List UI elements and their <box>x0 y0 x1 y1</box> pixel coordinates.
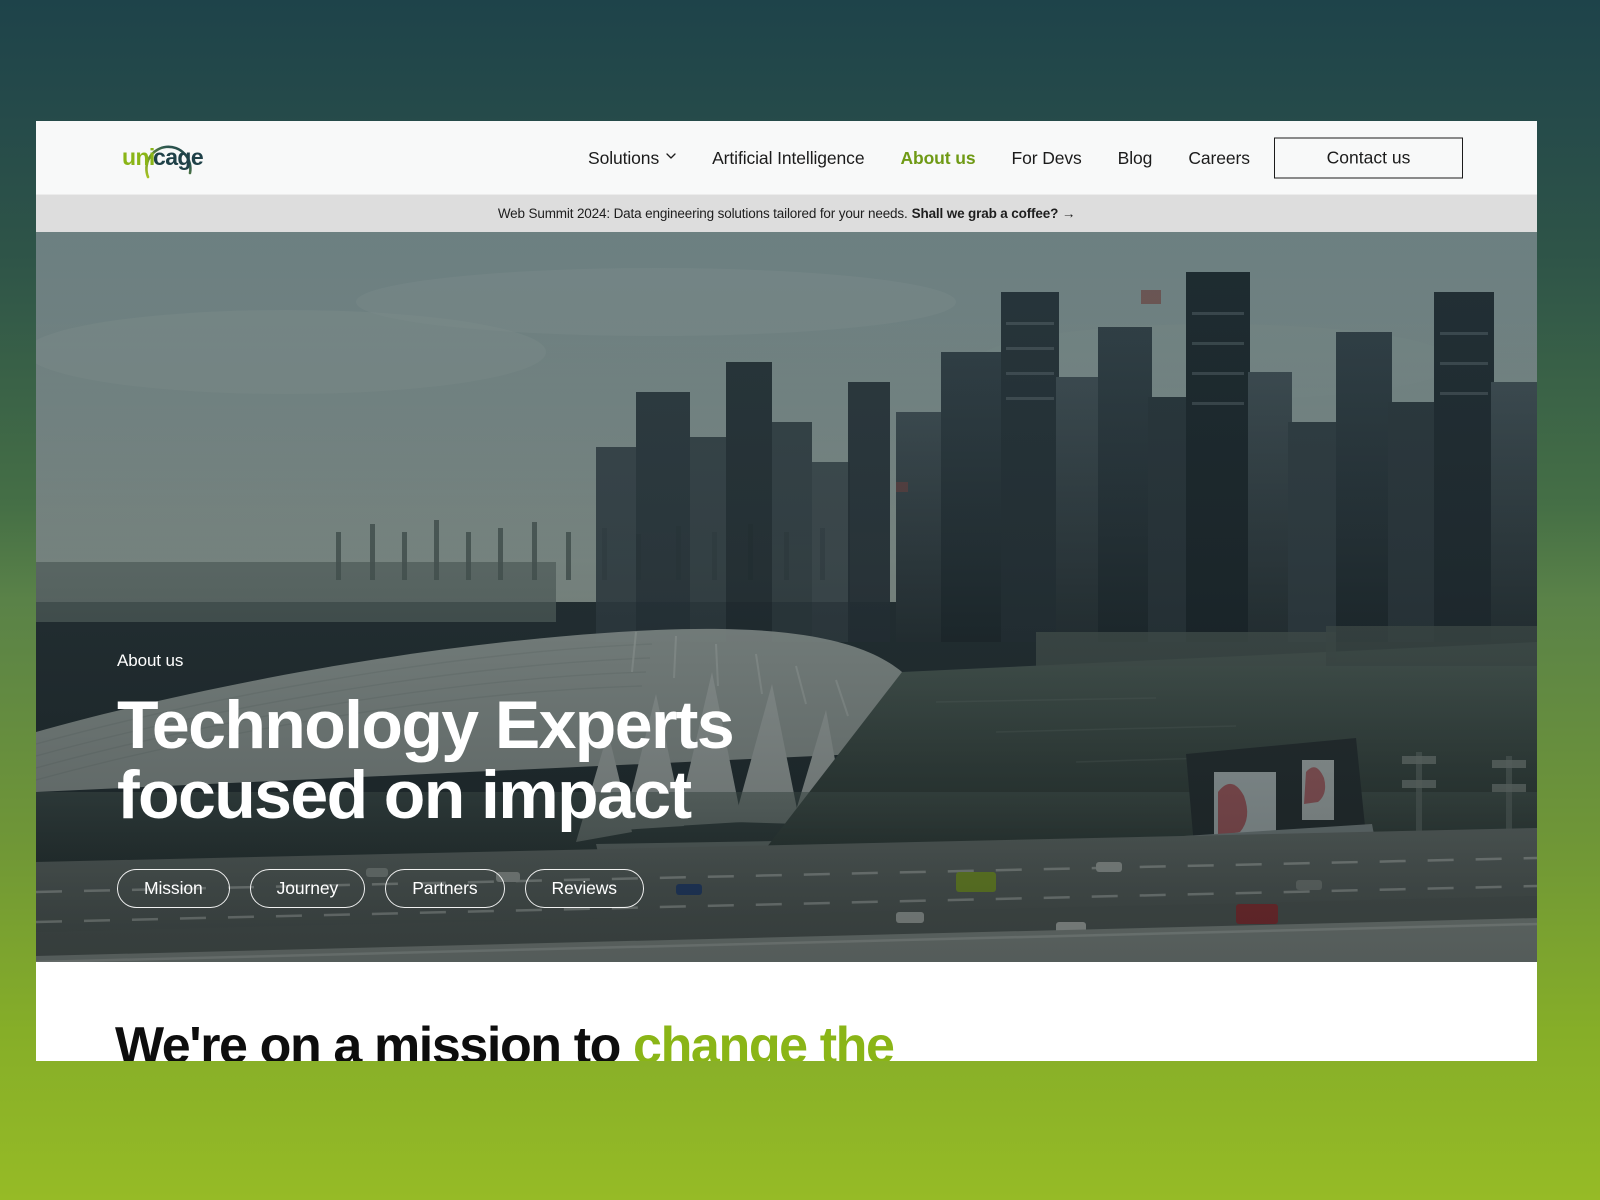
browser-page: uni cage Solutions Artificial Intelligen… <box>36 121 1537 1061</box>
contact-us-button[interactable]: Contact us <box>1274 137 1463 178</box>
announcement-cta-link[interactable]: Shall we grab a coffee? → <box>912 206 1076 221</box>
nav-item-solutions[interactable]: Solutions <box>570 148 694 169</box>
mission-heading-text: We're on a mission to <box>115 1017 634 1061</box>
nav-label: Careers <box>1188 147 1250 168</box>
announcement-text: Web Summit 2024: Data engineering soluti… <box>497 206 908 221</box>
site-header: uni cage Solutions Artificial Intelligen… <box>36 121 1537 195</box>
unicage-logo[interactable]: uni cage <box>118 127 222 189</box>
nav-label: Artificial Intelligence <box>712 147 865 168</box>
nav-label: About us <box>900 147 976 168</box>
nav-label: For Devs <box>1011 147 1082 168</box>
nav-item-careers[interactable]: Careers <box>1170 148 1268 169</box>
pill-mission[interactable]: Mission <box>117 869 230 908</box>
hero-anchor-pills: Mission Journey Partners Reviews <box>117 869 733 908</box>
hero-section: About us Technology Experts focused on i… <box>36 232 1537 962</box>
mission-section: We're on a mission to change the <box>36 962 1537 1061</box>
chevron-down-icon <box>666 151 676 161</box>
hero-title-line-1: Technology Experts <box>117 686 735 763</box>
hero-eyebrow: About us <box>117 650 184 670</box>
nav-item-for-devs[interactable]: For Devs <box>993 148 1099 169</box>
main-nav: Solutions Artificial Intelligence About … <box>570 121 1268 195</box>
mission-heading: We're on a mission to change the <box>115 1017 895 1061</box>
nav-item-artificial-intelligence[interactable]: Artificial Intelligence <box>694 148 882 169</box>
nav-label: Blog <box>1117 147 1153 168</box>
svg-text:uni: uni <box>122 144 155 170</box>
svg-text:cage: cage <box>153 144 203 170</box>
pill-journey[interactable]: Journey <box>249 869 366 908</box>
announcement-bar: Web Summit 2024: Data engineering soluti… <box>36 195 1537 232</box>
mission-heading-accent: change the <box>633 1017 895 1061</box>
nav-item-blog[interactable]: Blog <box>1100 148 1171 169</box>
pill-reviews[interactable]: Reviews <box>524 869 644 908</box>
hero-content: About us Technology Experts focused on i… <box>117 650 735 908</box>
page-title: Technology Experts focused on impact <box>117 686 735 834</box>
nav-label: Solutions <box>588 147 660 168</box>
hero-title-line-2: focused on impact <box>117 757 692 834</box>
nav-item-about-us[interactable]: About us <box>882 148 993 169</box>
pill-partners[interactable]: Partners <box>385 869 505 908</box>
